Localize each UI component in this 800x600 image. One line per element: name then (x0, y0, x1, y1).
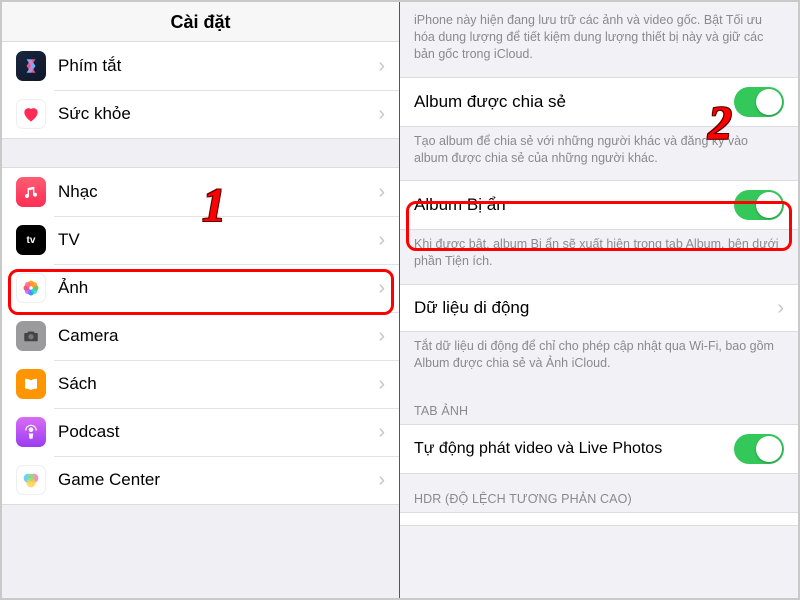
row-label: Dữ liệu di động (414, 298, 777, 318)
toggle-shared-albums[interactable] (734, 87, 784, 117)
toggle-row-autoplay[interactable]: Tự động phát video và Live Photos (400, 425, 798, 473)
settings-row-shortcuts[interactable]: Phím tắt › (2, 42, 399, 90)
chevron-right-icon: › (378, 230, 385, 250)
row-label: Album Bị ẩn (414, 195, 734, 215)
optimize-storage-note: iPhone này hiện đang lưu trữ các ảnh và … (400, 2, 798, 77)
settings-row-gamecenter[interactable]: Game Center › (2, 456, 399, 504)
chevron-right-icon: › (777, 298, 784, 318)
chevron-right-icon: › (378, 104, 385, 124)
tv-icon: tv (16, 225, 46, 255)
row-label: Sức khỏe (58, 104, 378, 124)
page-title: Cài đặt (2, 2, 399, 41)
settings-row-podcast[interactable]: Podcast › (2, 408, 399, 456)
chevron-right-icon: › (378, 374, 385, 394)
hidden-album-note: Khi được bật, album Bị ẩn sẽ xuất hiện t… (400, 230, 798, 284)
shared-albums-note: Tạo album để chia sẻ với những người khá… (400, 127, 798, 181)
chevron-right-icon: › (378, 182, 385, 202)
toggle-autoplay[interactable] (734, 434, 784, 464)
settings-row-health[interactable]: Sức khỏe › (2, 90, 399, 138)
podcast-icon (16, 417, 46, 447)
settings-row-music[interactable]: Nhạc › (2, 168, 399, 216)
toggle-row-hidden-album[interactable]: Album Bị ẩn (400, 181, 798, 229)
settings-row-camera[interactable]: Camera › (2, 312, 399, 360)
row-label: Phím tắt (58, 56, 378, 76)
section-header-tab-photos: TAB ẢNH (400, 386, 798, 424)
health-icon (16, 99, 46, 129)
cellular-note: Tắt dữ liệu di động để chỉ cho phép cập … (400, 332, 798, 386)
toggle-hidden-album[interactable] (734, 190, 784, 220)
books-icon (16, 369, 46, 399)
toggle-row-shared-albums[interactable]: Album được chia sẻ (400, 78, 798, 126)
shortcuts-icon (16, 51, 46, 81)
section-header-hdr: HDR (ĐỘ LỆCH TƯƠNG PHẢN CAO) (400, 474, 798, 512)
settings-row-tv[interactable]: tv TV › (2, 216, 399, 264)
settings-row-books[interactable]: Sách › (2, 360, 399, 408)
settings-row-photos[interactable]: Ảnh › (2, 264, 399, 312)
row-label: Sách (58, 374, 378, 394)
chevron-right-icon: › (378, 278, 385, 298)
row-label: Podcast (58, 422, 378, 442)
photos-icon (16, 273, 46, 303)
row-label: Camera (58, 326, 378, 346)
camera-icon (16, 321, 46, 351)
chevron-right-icon: › (378, 422, 385, 442)
settings-row-cellular[interactable]: Dữ liệu di động › (400, 285, 798, 331)
chevron-right-icon: › (378, 56, 385, 76)
row-label: Game Center (58, 470, 378, 490)
chevron-right-icon: › (378, 326, 385, 346)
gamecenter-icon (16, 465, 46, 495)
row-label: TV (58, 230, 378, 250)
row-label: Nhạc (58, 182, 378, 202)
row-label: Album được chia sẻ (414, 92, 734, 112)
music-icon (16, 177, 46, 207)
row-label: Tự động phát video và Live Photos (414, 440, 734, 458)
chevron-right-icon: › (378, 470, 385, 490)
row-label: Ảnh (58, 278, 378, 298)
